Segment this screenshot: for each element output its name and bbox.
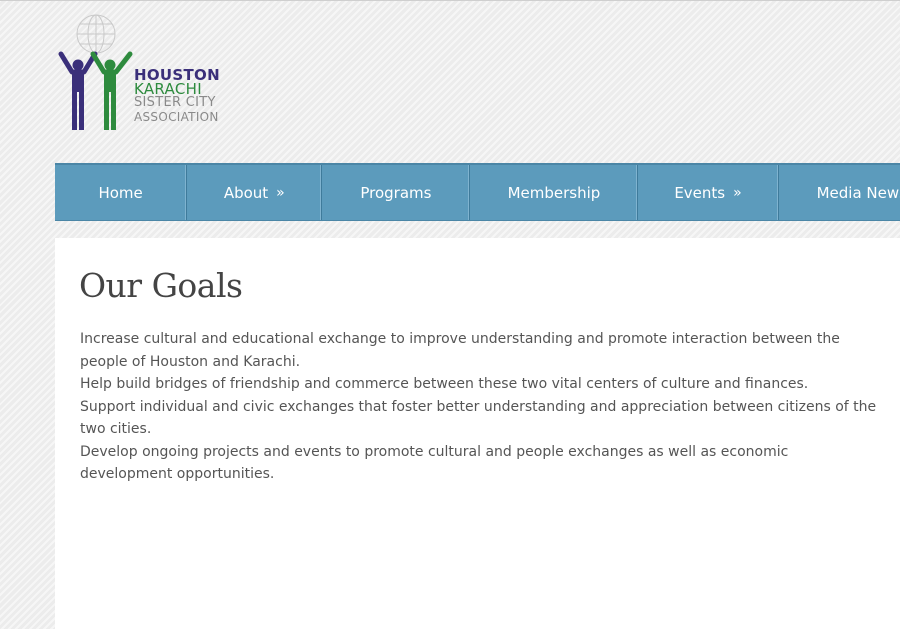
nav-item-label: Programs <box>360 183 432 202</box>
nav-item-home[interactable]: Home <box>55 165 188 220</box>
submenu-arrow-icon: » <box>276 184 285 201</box>
nav-item-label: About <box>223 183 269 202</box>
page-title: Our Goals <box>79 266 243 305</box>
submenu-arrow-icon: » <box>733 184 742 201</box>
site-logo[interactable]: HOUSTON KARACHI SISTER CITY ASSOCIATION <box>58 12 238 137</box>
nav-item-events[interactable]: Events » <box>638 165 779 220</box>
nav-item-label: Media News <box>816 183 900 202</box>
nav-item-membership[interactable]: Membership <box>470 165 639 220</box>
goal-paragraph: Help build bridges of friendship and com… <box>80 376 809 392</box>
goal-paragraph: Increase cultural and educational exchan… <box>80 331 840 370</box>
goal-paragraph: Develop ongoing projects and events to p… <box>80 443 789 483</box>
logo-line-association: ASSOCIATION <box>134 110 219 124</box>
goals-text: Increase cultural and educational exchan… <box>80 328 880 486</box>
logo-wordmark: HOUSTON KARACHI SISTER CITY ASSOCIATION <box>134 68 220 125</box>
logo-line-karachi: KARACHI <box>134 80 202 98</box>
goal-paragraph: Support individual and civic exchanges t… <box>80 398 877 438</box>
nav-item-media-news[interactable]: Media News <box>779 165 900 220</box>
nav-item-label: Home <box>98 183 143 202</box>
content-panel: Our Goals Increase cultural and educatio… <box>55 238 900 629</box>
main-nav: Home About » Programs Membership Events … <box>55 163 900 221</box>
nav-item-programs[interactable]: Programs <box>322 165 471 220</box>
nav-item-label: Membership <box>507 183 601 202</box>
nav-item-label: Events <box>674 183 726 202</box>
logo-line-sister-city: SISTER CITY <box>134 95 216 110</box>
nav-item-about[interactable]: About » <box>187 165 323 220</box>
top-border <box>0 0 900 1</box>
